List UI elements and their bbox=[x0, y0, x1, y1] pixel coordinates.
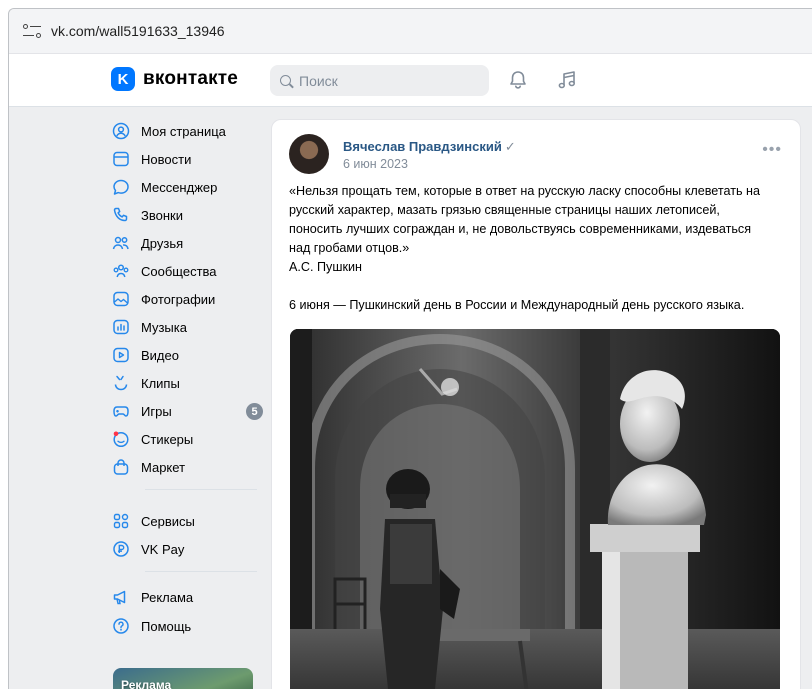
post-text-line: 6 июня — Пушкинский день в России и Межд… bbox=[289, 298, 745, 312]
clips-icon bbox=[111, 373, 131, 393]
phone-icon bbox=[111, 205, 131, 225]
more-options-icon[interactable]: ••• bbox=[762, 142, 782, 158]
sidebar-item-video[interactable]: Видео bbox=[111, 341, 263, 369]
market-icon bbox=[111, 457, 131, 477]
search-box[interactable] bbox=[270, 65, 489, 96]
sidebar-item-stickers[interactable]: Стикеры bbox=[111, 425, 263, 453]
post-photo[interactable] bbox=[290, 329, 780, 689]
author-name[interactable]: Вячеслав Правдзинский bbox=[343, 139, 502, 154]
verified-icon: ✓ bbox=[504, 139, 516, 154]
vkpay-icon bbox=[111, 539, 131, 559]
post-text-line: А.С. Пушкин bbox=[289, 260, 362, 274]
sidebar-item-label: Помощь bbox=[141, 618, 192, 634]
address-bar[interactable]: vk.com/wall5191633_13946 bbox=[9, 9, 812, 54]
stickers-icon bbox=[111, 429, 131, 449]
sidebar-item-market[interactable]: Маркет bbox=[111, 453, 263, 481]
sidebar-item-label: Друзья bbox=[141, 235, 184, 251]
sidebar-item-vk-pay[interactable]: VK Pay bbox=[111, 535, 263, 563]
sidebar-divider bbox=[145, 571, 257, 572]
post-text-line: поносить лучших сограждан и, не довольст… bbox=[289, 222, 752, 236]
vk-logo-icon: K bbox=[111, 67, 135, 91]
sidebar-item-label: VK Pay bbox=[141, 541, 185, 557]
vk-logo-text: вконтакте bbox=[143, 68, 239, 89]
sidebar-item-label: Фотографии bbox=[141, 291, 216, 307]
post-text-line: над гробами отцов.» bbox=[289, 241, 410, 255]
sidebar-ad-banner[interactable]: Реклама bbox=[113, 668, 253, 689]
sidebar-divider bbox=[145, 489, 257, 490]
sidebar-item-games[interactable]: Игры 5 bbox=[111, 397, 263, 425]
sidebar-item-label: Реклама bbox=[141, 589, 194, 605]
site-settings-icon[interactable] bbox=[23, 24, 41, 38]
sidebar-item-label: Стикеры bbox=[141, 431, 194, 447]
user-circle-icon bbox=[111, 121, 131, 141]
sidebar-item-label: Мессенджер bbox=[141, 179, 218, 195]
url-text[interactable]: vk.com/wall5191633_13946 bbox=[51, 23, 225, 39]
sidebar-item-ads[interactable]: Реклама bbox=[111, 583, 263, 611]
services-icon bbox=[111, 511, 131, 531]
sidebar-item-news[interactable]: Новости bbox=[111, 145, 263, 173]
sidebar-item-label: Сообщества bbox=[141, 263, 217, 279]
sidebar-item-clips[interactable]: Клипы bbox=[111, 369, 263, 397]
sidebar-item-music[interactable]: Музыка bbox=[111, 313, 263, 341]
sidebar-item-messenger[interactable]: Мессенджер bbox=[111, 173, 263, 201]
communities-icon bbox=[111, 261, 131, 281]
photo-icon bbox=[111, 289, 131, 309]
sidebar-item-label: Музыка bbox=[141, 319, 187, 335]
wall-post: Вячеслав Правдзинский ✓ 6 июн 2023 ••• «Н… bbox=[271, 119, 801, 689]
games-icon bbox=[111, 401, 131, 421]
music-icon bbox=[111, 317, 131, 337]
sidebar-item-friends[interactable]: Друзья bbox=[111, 229, 263, 257]
sidebar-item-photos[interactable]: Фотографии bbox=[111, 285, 263, 313]
avatar[interactable] bbox=[289, 134, 329, 174]
post-author[interactable]: Вячеслав Правдзинский ✓ bbox=[343, 139, 516, 155]
search-input[interactable] bbox=[299, 72, 469, 89]
vk-header: K вконтакте bbox=[9, 54, 812, 107]
vk-logo[interactable]: K вконтакте bbox=[111, 67, 238, 91]
browser-window: vk.com/wall5191633_13946 K вконтакте Моя… bbox=[8, 8, 812, 689]
sidebar-item-label: Звонки bbox=[141, 207, 183, 223]
sidebar-item-services[interactable]: Сервисы bbox=[111, 507, 263, 535]
sidebar-item-calls[interactable]: Звонки bbox=[111, 201, 263, 229]
post-text-line: «Нельзя прощать тем, которые в ответ на … bbox=[289, 184, 760, 198]
post-photo-image bbox=[290, 329, 780, 689]
megaphone-icon bbox=[111, 587, 131, 607]
sidebar-item-communities[interactable]: Сообщества bbox=[111, 257, 263, 285]
games-count-badge: 5 bbox=[246, 403, 263, 420]
sidebar-item-label: Моя страница bbox=[141, 123, 226, 139]
sidebar-item-label: Сервисы bbox=[141, 513, 195, 529]
help-icon bbox=[111, 616, 131, 636]
video-icon bbox=[111, 345, 131, 365]
sidebar-item-label: Клипы bbox=[141, 375, 180, 391]
sidebar-item-my-page[interactable]: Моя страница bbox=[111, 117, 263, 145]
sidebar-item-label: Новости bbox=[141, 151, 192, 167]
news-icon bbox=[111, 149, 131, 169]
sidebar-item-label: Игры bbox=[141, 403, 172, 419]
message-icon bbox=[111, 177, 131, 197]
post-text-line: русский характер, мазать грязью священны… bbox=[289, 203, 720, 217]
sidebar-item-label: Видео bbox=[141, 347, 179, 363]
post-date[interactable]: 6 июн 2023 bbox=[343, 157, 408, 171]
bell-icon[interactable] bbox=[507, 69, 529, 91]
post-text: «Нельзя прощать тем, которые в ответ на … bbox=[289, 182, 789, 315]
ad-label: Реклама bbox=[121, 678, 172, 689]
sidebar-item-help[interactable]: Помощь bbox=[111, 612, 263, 640]
friends-icon bbox=[111, 233, 131, 253]
music-note-icon[interactable] bbox=[556, 69, 578, 91]
search-icon bbox=[280, 75, 291, 86]
sidebar-item-label: Маркет bbox=[141, 459, 186, 475]
